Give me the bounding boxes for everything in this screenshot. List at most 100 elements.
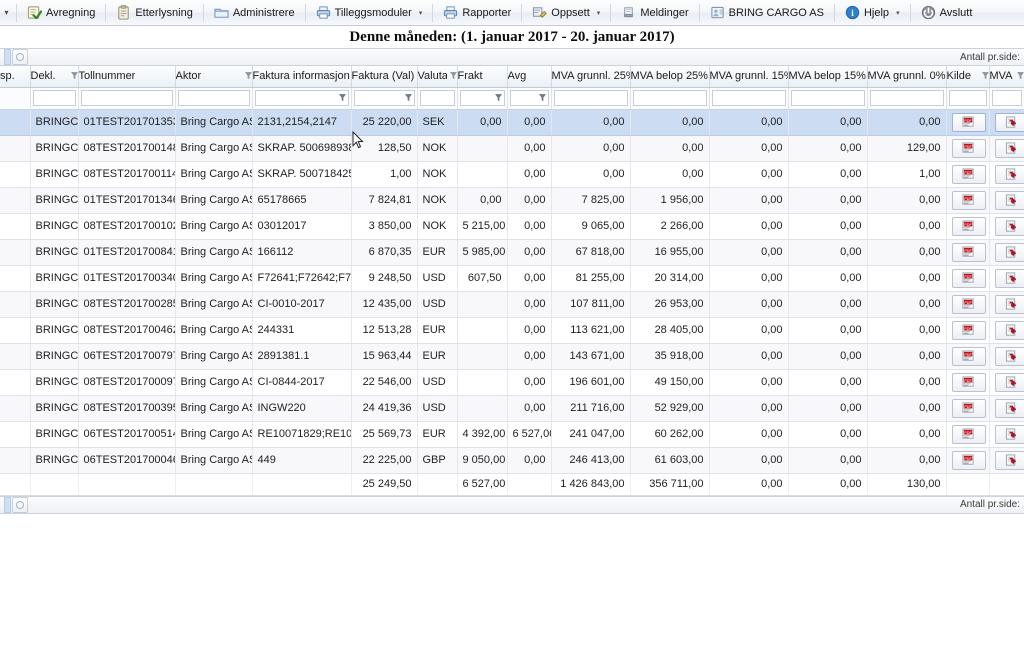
table-row[interactable]: BRINGC 08TEST2017001146 Bring Cargo AS SKRA… [0, 161, 1024, 188]
add-document-icon-button[interactable] [994, 216, 1023, 236]
pdf-document-icon-button[interactable]: PDF [951, 320, 986, 340]
table-row[interactable]: BRINGC 06TEST2017005143 Bring Cargo AS RE10… [0, 421, 1024, 448]
filter-funnel-icon[interactable] [494, 94, 502, 102]
col-header-mva[interactable]: MVA [989, 66, 1024, 88]
toolbar-item-avregning[interactable]: Avregning [21, 1, 101, 25]
table-row[interactable]: BRINGC 01TEST2017013469 Bring Cargo AS 6517… [0, 187, 1024, 214]
table-row[interactable]: BRINGC 08TEST2017001025 Bring Cargo AS 0301… [0, 213, 1024, 240]
filter-input-mva-grunnl-0[interactable] [869, 90, 944, 106]
col-header-mva-belop-25[interactable]: MVA belop 25% [630, 66, 710, 88]
filter-input-frakt[interactable] [459, 90, 505, 106]
add-document-icon-button[interactable] [994, 320, 1023, 340]
col-header-valuta[interactable]: Valuta [417, 66, 458, 88]
pdf-document-icon-button[interactable]: PDF [951, 112, 986, 132]
filter-funnel-icon[interactable] [1016, 72, 1024, 80]
pdf-document-icon-button[interactable]: PDF [951, 450, 986, 470]
table-row[interactable]: BRINGC 06TEST2017000463 Bring Cargo AS 449 2… [0, 447, 1024, 474]
add-document-icon-button[interactable] [994, 424, 1023, 444]
pdf-document-icon-button[interactable]: PDF [951, 294, 986, 314]
col-header-kilde[interactable]: Kilde [946, 66, 990, 88]
filter-input-mva[interactable] [991, 90, 1022, 106]
pdf-document-icon-button[interactable]: PDF [951, 138, 986, 158]
add-document-icon-button[interactable] [994, 268, 1023, 288]
filter-funnel-icon[interactable] [70, 72, 78, 80]
col-header-frakt[interactable]: Frakt [457, 66, 508, 88]
add-document-icon-button[interactable] [994, 190, 1023, 210]
toolbar-item-etterlysning[interactable]: Etterlysning [110, 1, 198, 25]
chevron-down-icon[interactable]: ▾ [419, 9, 423, 17]
filter-input-faktura-informasjon[interactable] [254, 90, 349, 106]
pager-refresh-button[interactable] [12, 496, 28, 513]
col-header-faktura-val[interactable]: Faktura (Val) [351, 66, 418, 88]
col-header-mva-grunnl-25[interactable]: MVA grunnl. 25% [551, 66, 631, 88]
filter-input-kilde[interactable] [948, 90, 987, 106]
table-row[interactable]: BRINGC 08TEST2017002853 Bring Cargo AS CI-0… [0, 291, 1024, 318]
pager-drag-handle[interactable] [4, 49, 11, 65]
add-document-icon-button[interactable] [994, 450, 1023, 470]
add-document-icon-button[interactable] [994, 346, 1023, 366]
filter-input-valuta[interactable] [419, 90, 455, 106]
filter-funnel-icon[interactable] [338, 94, 346, 102]
filter-input-dekl[interactable] [32, 90, 76, 106]
filter-funnel-icon[interactable] [981, 72, 989, 80]
filter-funnel-icon[interactable] [404, 94, 412, 102]
toolbar-item-meldinger[interactable]: Meldinger [615, 1, 694, 25]
col-header-avg[interactable]: Avg [507, 66, 552, 88]
filter-input-aktor[interactable] [177, 90, 250, 106]
col-header-dekl[interactable]: Dekl. [30, 66, 79, 88]
pdf-document-icon-button[interactable]: PDF [951, 398, 986, 418]
col-header-mva-belop-15[interactable]: MVA belop 15% [788, 66, 868, 88]
col-header-mva-grunnl-0[interactable]: MVA grunnl. 0% [867, 66, 947, 88]
filter-input-mva-belop-25[interactable] [632, 90, 707, 106]
add-document-icon-button[interactable] [994, 242, 1023, 262]
add-document-icon-button[interactable] [994, 112, 1023, 132]
table-row[interactable]: BRINGC 08TEST2017004621 Bring Cargo AS 2443… [0, 317, 1024, 344]
add-document-icon-button[interactable] [994, 398, 1023, 418]
col-header-tollnummer[interactable]: Tollnummer [78, 66, 176, 88]
col-header-aktor[interactable]: Aktor [175, 66, 253, 88]
table-row[interactable]: BRINGC 01TEST2017008415 Bring Cargo AS 1661… [0, 239, 1024, 266]
pdf-document-icon-button[interactable]: PDF [951, 216, 986, 236]
pager-refresh-button[interactable] [12, 49, 28, 65]
toolbar-item-hjelp[interactable]: i Hjelp ▾ [839, 1, 906, 25]
pdf-document-icon-button[interactable]: PDF [951, 268, 986, 288]
filter-funnel-icon[interactable] [449, 72, 457, 80]
filter-input-mva-belop-15[interactable] [790, 90, 865, 106]
filter-input-tollnummer[interactable] [80, 90, 173, 106]
table-row[interactable]: BRINGC 01TEST2017013530 Bring Cargo AS 2131… [0, 109, 1024, 136]
toolbar-item-avslutt[interactable]: Avslutt [915, 1, 979, 25]
toolbar-item-administrere[interactable]: Administrere [208, 1, 301, 25]
filter-funnel-icon[interactable] [244, 72, 252, 80]
pager-drag-handle[interactable] [4, 496, 11, 513]
pdf-document-icon-button[interactable]: PDF [951, 242, 986, 262]
toolbar-item-tilleggsmoduler[interactable]: Tilleggsmoduler ▾ [310, 1, 429, 25]
pdf-document-icon-button[interactable]: PDF [951, 164, 986, 184]
chevron-down-icon[interactable]: ▾ [896, 9, 900, 17]
pdf-document-icon-button[interactable]: PDF [951, 372, 986, 392]
table-row[interactable]: BRINGC 01TEST2017003407 Bring Cargo AS F726… [0, 265, 1024, 292]
filter-input-faktura-val[interactable] [353, 90, 415, 106]
pdf-document-icon-button[interactable]: PDF [951, 190, 986, 210]
add-document-icon-button[interactable] [994, 138, 1023, 158]
filter-input-avg[interactable] [509, 90, 549, 106]
table-row[interactable]: BRINGC 08TEST2017001487 Bring Cargo AS SKRA… [0, 135, 1024, 162]
toolbar-overflow-caret[interactable]: ▾ [2, 8, 11, 17]
add-document-icon-button[interactable] [994, 294, 1023, 314]
filter-funnel-icon[interactable] [538, 94, 546, 102]
col-header-faktura-informasjon[interactable]: Faktura informasjon [252, 66, 352, 88]
toolbar-item-rapporter[interactable]: Rapporter [437, 1, 517, 25]
col-header-mva-grunnl-15[interactable]: MVA grunnl. 15% [709, 66, 789, 88]
chevron-down-icon[interactable]: ▾ [597, 9, 601, 17]
pdf-document-icon-button[interactable]: PDF [951, 424, 986, 444]
table-row[interactable]: BRINGC 06TEST2017007973 Bring Cargo AS 2891… [0, 343, 1024, 370]
pdf-document-icon-button[interactable]: PDF [951, 346, 986, 366]
add-document-icon-button[interactable] [994, 372, 1023, 392]
filter-input-mva-grunnl-25[interactable] [553, 90, 628, 106]
table-row[interactable]: BRINGC 08TEST2017003950 Bring Cargo AS INGW… [0, 395, 1024, 422]
col-header-disp[interactable]: sp. [0, 66, 31, 88]
toolbar-item-oppsett[interactable]: Oppsett ▾ [526, 1, 606, 25]
toolbar-item-company[interactable]: BRING CARGO AS [704, 1, 830, 25]
filter-input-mva-grunnl-15[interactable] [711, 90, 786, 106]
add-document-icon-button[interactable] [994, 164, 1023, 184]
table-row[interactable]: BRINGC 08TEST2017000972 Bring Cargo AS CI-0… [0, 369, 1024, 396]
